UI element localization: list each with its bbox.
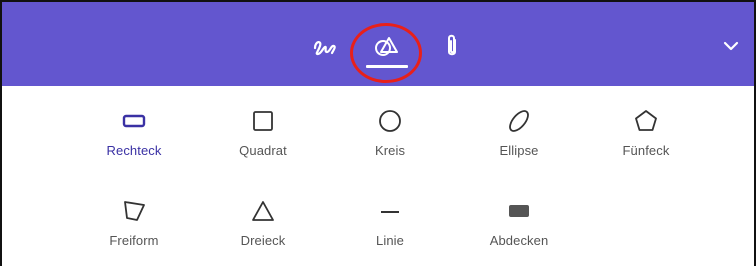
shape-freiform[interactable]: Freiform [79,194,189,254]
shape-label: Freiform [109,233,159,248]
line-icon [381,211,399,213]
shape-label: Fünfeck [622,143,670,158]
shape-kreis[interactable]: Kreis [335,104,445,164]
chevron-down-icon [723,41,739,51]
shape-linie[interactable]: Linie [335,194,445,254]
triangle-icon [252,201,274,221]
shape-fuenfeck[interactable]: Fünfeck [591,104,701,164]
pentagon-icon [635,110,657,131]
shape-rechteck[interactable]: Rechteck [79,104,189,164]
active-tab-indicator [366,65,408,68]
shapes-icon [375,37,398,56]
toolbar [2,2,754,86]
attach-button[interactable] [432,28,472,64]
shapes-button[interactable] [364,28,410,64]
shape-label: Dreieck [240,233,286,248]
cover-icon [509,205,529,217]
shape-abdecken[interactable]: Abdecken [464,194,574,254]
circle-icon [379,110,401,132]
freeform-icon [124,201,145,221]
paperclip-icon [448,34,456,56]
shape-label: Rechteck [106,143,162,158]
shape-quadrat[interactable]: Quadrat [208,104,318,164]
shape-label: Linie [376,233,404,248]
ellipse-icon [509,110,529,132]
shape-dreieck[interactable]: Dreieck [208,194,318,254]
shapes-panel-window: Rechteck Quadrat Kreis Ellipse Fünfeck F… [0,0,756,266]
shape-label: Abdecken [489,233,549,248]
shape-label: Quadrat [239,143,287,158]
ink-button[interactable] [302,28,348,64]
shape-label: Ellipse [499,143,539,158]
shapes-grid: Rechteck Quadrat Kreis Ellipse Fünfeck F… [2,86,754,266]
rectangle-icon [122,114,146,128]
ink-squiggle-icon [313,41,336,56]
shape-label: Kreis [374,143,406,158]
collapse-button[interactable] [716,28,746,64]
square-icon [253,111,273,131]
shape-ellipse[interactable]: Ellipse [464,104,574,164]
